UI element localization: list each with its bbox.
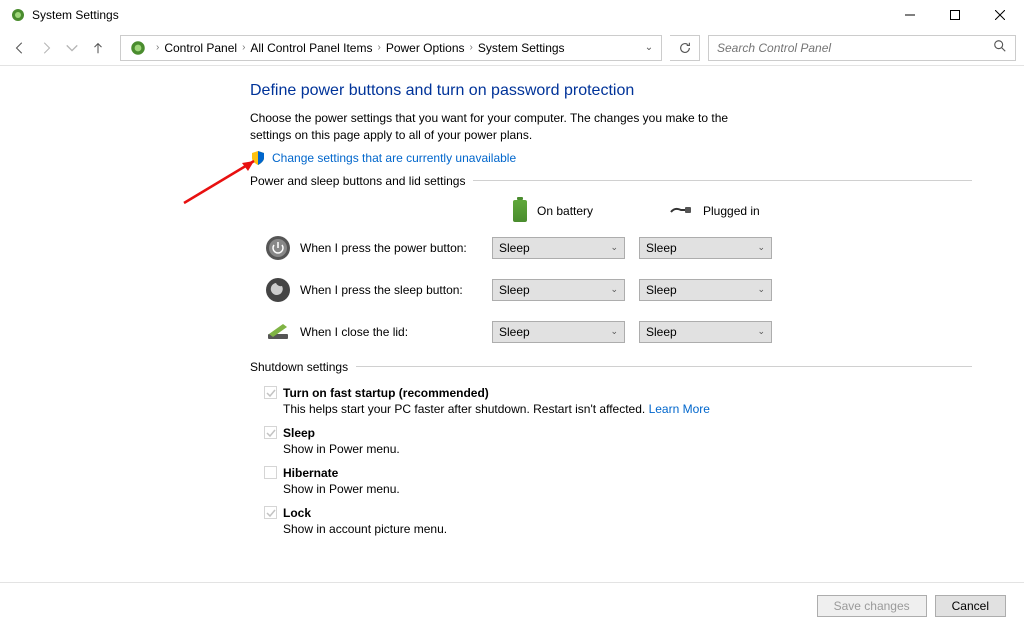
checkbox-label: Sleep [283,426,315,440]
row-label: When I close the lid: [300,325,492,339]
dropdown-power-battery[interactable]: Sleep⌄ [492,237,625,259]
chevron-right-icon: › [156,42,159,53]
app-icon [10,7,26,23]
window-controls [887,0,1022,30]
search-box[interactable] [708,35,1016,61]
checkbox-sleep[interactable] [264,426,277,439]
checkbox-description: This helps start your PC faster after sh… [264,402,972,416]
footer: Save changes Cancel [0,582,1024,628]
dropdown-sleep-battery[interactable]: Sleep⌄ [492,279,625,301]
sleep-button-icon [264,276,292,304]
page-heading: Define power buttons and turn on passwor… [250,82,972,100]
chevron-right-icon: › [470,42,473,53]
breadcrumb-control-panel[interactable]: Control Panel [164,41,237,55]
checkbox-description: Show in Power menu. [264,482,972,496]
power-columns-header: On battery Plugged in [250,200,972,222]
checkbox-description: Show in account picture menu. [264,522,972,536]
row-label: When I press the sleep button: [300,283,492,297]
search-input[interactable] [717,41,993,55]
checkbox-fast-startup[interactable] [264,386,277,399]
fieldset-power-buttons: Power and sleep buttons and lid settings [250,174,972,188]
chevron-down-icon: ⌄ [757,242,765,253]
checkbox-label: Hibernate [283,466,338,480]
up-button[interactable] [86,36,110,60]
checkbox-description: Show in Power menu. [264,442,972,456]
item-sleep: Sleep Show in Power menu. [250,426,972,456]
checkbox-label: Turn on fast startup (recommended) [283,386,489,400]
cancel-button[interactable]: Cancel [935,595,1006,617]
address-bar[interactable]: › Control Panel › All Control Panel Item… [120,35,662,61]
address-dropdown-icon[interactable]: ⌄ [641,42,657,53]
item-lock: Lock Show in account picture menu. [250,506,972,536]
breadcrumb-system-settings[interactable]: System Settings [478,41,565,55]
battery-icon [513,200,527,222]
checkbox-lock[interactable] [264,506,277,519]
row-power-button: When I press the power button: Sleep⌄ Sl… [250,234,972,262]
page-intro: Choose the power settings that you want … [250,110,760,144]
shutdown-section: Shutdown settings Turn on fast startup (… [250,360,972,536]
plug-icon [669,204,693,218]
item-fast-startup: Turn on fast startup (recommended) This … [250,386,972,416]
breadcrumb-all-items[interactable]: All Control Panel Items [250,41,372,55]
fieldset-shutdown: Shutdown settings [250,360,972,374]
dropdown-power-plugged[interactable]: Sleep⌄ [639,237,772,259]
column-plugged-in: Plugged in [669,204,817,218]
row-close-lid: When I close the lid: Sleep⌄ Sleep⌄ [250,318,972,346]
breadcrumb-power-options[interactable]: Power Options [386,41,465,55]
checkbox-hibernate[interactable] [264,466,277,479]
back-button[interactable] [8,36,32,60]
chevron-down-icon: ⌄ [757,326,765,337]
titlebar: System Settings [0,0,1024,30]
dropdown-lid-battery[interactable]: Sleep⌄ [492,321,625,343]
chevron-down-icon: ⌄ [610,242,618,253]
navbar: › Control Panel › All Control Panel Item… [0,30,1024,66]
change-settings-link[interactable]: Change settings that are currently unava… [272,151,516,165]
shield-icon [250,150,266,166]
save-button[interactable]: Save changes [817,595,927,617]
refresh-button[interactable] [670,35,700,61]
close-button[interactable] [977,0,1022,30]
dropdown-sleep-plugged[interactable]: Sleep⌄ [639,279,772,301]
location-icon [129,39,147,57]
item-hibernate: Hibernate Show in Power menu. [250,466,972,496]
learn-more-link[interactable]: Learn More [649,402,710,416]
chevron-right-icon: › [377,42,380,53]
window-title: System Settings [32,8,887,22]
power-button-icon [264,234,292,262]
row-sleep-button: When I press the sleep button: Sleep⌄ Sl… [250,276,972,304]
chevron-right-icon: › [242,42,245,53]
recent-dropdown[interactable] [60,36,84,60]
row-label: When I press the power button: [300,241,492,255]
chevron-down-icon: ⌄ [610,284,618,295]
dropdown-lid-plugged[interactable]: Sleep⌄ [639,321,772,343]
maximize-button[interactable] [932,0,977,30]
chevron-down-icon: ⌄ [610,326,618,337]
checkbox-label: Lock [283,506,311,520]
forward-button[interactable] [34,36,58,60]
chevron-down-icon: ⌄ [757,284,765,295]
search-icon [993,39,1007,56]
lid-icon [264,318,292,346]
minimize-button[interactable] [887,0,932,30]
change-settings-row: Change settings that are currently unava… [250,150,972,166]
main-content: Define power buttons and turn on passwor… [0,66,1024,536]
column-on-battery: On battery [513,200,661,222]
